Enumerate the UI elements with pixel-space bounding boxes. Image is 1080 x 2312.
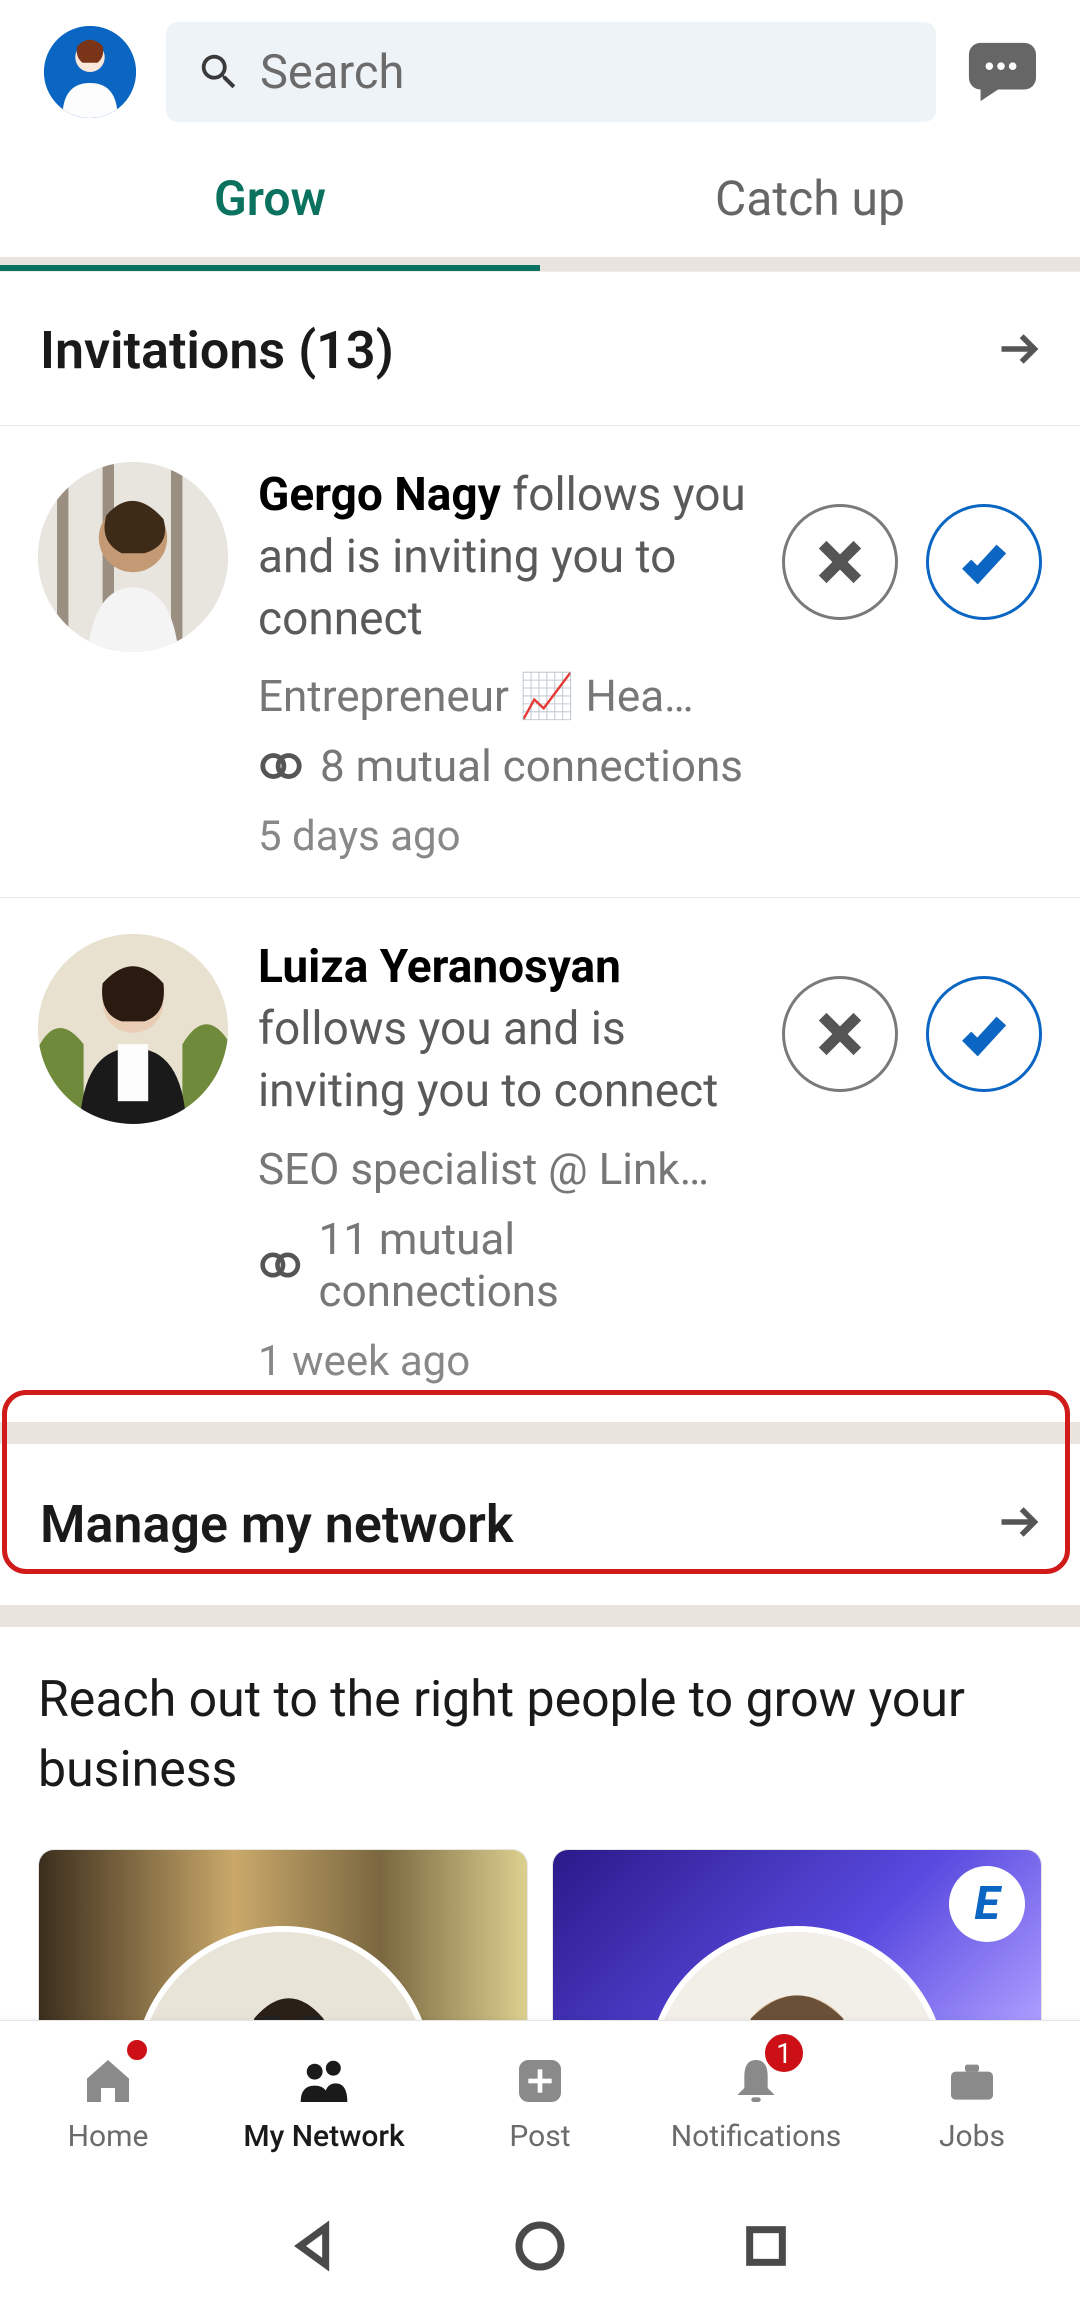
briefcase-icon bbox=[944, 2051, 1000, 2111]
search-input[interactable]: Search bbox=[166, 22, 936, 122]
notification-dot bbox=[124, 2037, 150, 2063]
reject-button[interactable] bbox=[782, 976, 898, 1092]
manage-network-label: Manage my network bbox=[40, 1494, 513, 1555]
invitation-item[interactable]: Luiza Yeranosyan follows you and is invi… bbox=[0, 898, 1080, 1421]
mutual-icon bbox=[258, 1250, 303, 1280]
accept-button[interactable] bbox=[926, 504, 1042, 620]
reach-out-title: Reach out to the right people to grow yo… bbox=[38, 1665, 1042, 1805]
invitation-headline: Entrepreneur 📈 Hea… bbox=[258, 670, 752, 722]
invitation-headline: SEO specialist @ Link… bbox=[258, 1143, 752, 1195]
sys-back-button[interactable] bbox=[286, 2218, 342, 2278]
invitation-title: Gergo Nagy follows you and is inviting y… bbox=[258, 464, 752, 650]
home-icon bbox=[80, 2051, 136, 2111]
nav-jobs[interactable]: Jobs bbox=[864, 2021, 1080, 2184]
sys-home-button[interactable] bbox=[512, 2218, 568, 2278]
reject-button[interactable] bbox=[782, 504, 898, 620]
invitation-item[interactable]: Gergo Nagy follows you and is inviting y… bbox=[0, 426, 1080, 898]
bottom-nav: Home My Network Post 1 Notifications Job… bbox=[0, 2020, 1080, 2184]
mutual-connections: 8 mutual connections bbox=[258, 740, 752, 792]
sys-recent-button[interactable] bbox=[738, 2218, 794, 2278]
card-badge: E bbox=[949, 1866, 1025, 1942]
mutual-connections: 11 mutual connections bbox=[258, 1213, 752, 1317]
arrow-right-icon bbox=[996, 327, 1040, 375]
nav-label: Home bbox=[68, 2119, 149, 2154]
nav-my-network[interactable]: My Network bbox=[216, 2021, 432, 2184]
accept-button[interactable] bbox=[926, 976, 1042, 1092]
nav-notifications[interactable]: 1 Notifications bbox=[648, 2021, 864, 2184]
avatar[interactable] bbox=[38, 934, 228, 1124]
mutual-icon bbox=[258, 751, 304, 781]
messaging-icon[interactable] bbox=[966, 42, 1036, 102]
post-icon bbox=[512, 2051, 568, 2111]
nav-post[interactable]: Post bbox=[432, 2021, 648, 2184]
profile-avatar[interactable] bbox=[44, 26, 136, 118]
nav-home[interactable]: Home bbox=[0, 2021, 216, 2184]
search-placeholder: Search bbox=[260, 45, 404, 100]
manage-network-button[interactable]: Manage my network bbox=[0, 1444, 1080, 1605]
arrow-right-icon bbox=[996, 1500, 1040, 1548]
tab-catch-up[interactable]: Catch up bbox=[540, 144, 1080, 257]
nav-label: Jobs bbox=[939, 2119, 1005, 2154]
invitations-title: Invitations (13) bbox=[40, 320, 394, 381]
invitation-time: 5 days ago bbox=[258, 812, 752, 861]
notification-badge: 1 bbox=[762, 2031, 806, 2075]
nav-label: Notifications bbox=[671, 2119, 842, 2154]
avatar[interactable] bbox=[38, 462, 228, 652]
invitation-time: 1 week ago bbox=[258, 1337, 752, 1386]
invitations-header[interactable]: Invitations (13) bbox=[0, 271, 1080, 425]
network-icon bbox=[296, 2051, 352, 2111]
search-icon bbox=[196, 49, 242, 95]
invitation-title: Luiza Yeranosyan follows you and is invi… bbox=[258, 936, 752, 1122]
tab-grow[interactable]: Grow bbox=[0, 144, 540, 257]
system-nav bbox=[0, 2184, 1080, 2312]
nav-label: Post bbox=[509, 2119, 570, 2154]
nav-label: My Network bbox=[243, 2119, 404, 2154]
